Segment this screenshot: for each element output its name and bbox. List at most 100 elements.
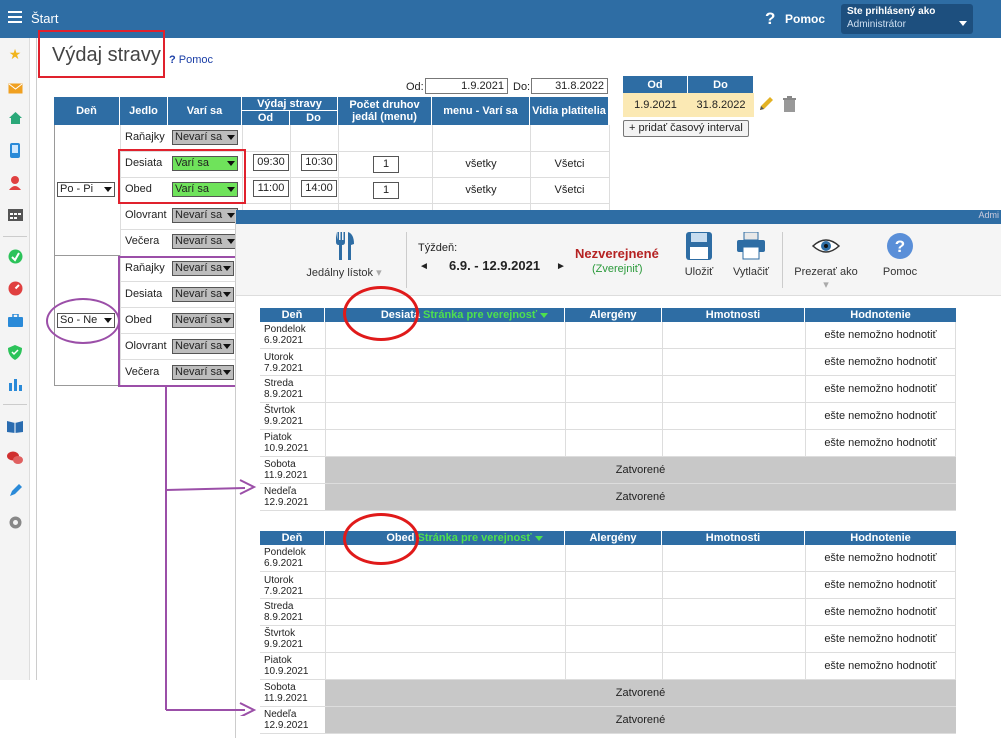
add-interval-button[interactable]: + pridať časový interval (623, 120, 749, 137)
annotation-box (118, 256, 237, 387)
user-menu[interactable]: Ste prihlásený ako Administrátor (841, 4, 973, 34)
chat-icon[interactable] (7, 450, 23, 466)
cell-border (565, 403, 566, 429)
chevron-down-icon (104, 187, 112, 192)
day-group-select-weekend[interactable]: So - Ne (57, 313, 115, 328)
help-link[interactable]: Pomoc (785, 12, 825, 26)
time-from-input[interactable]: 11:00 (253, 180, 289, 197)
cell-border (325, 322, 326, 348)
day-name: Streda (264, 601, 294, 612)
table-row: Sobota 11.9.2021 Zatvorené (260, 457, 956, 484)
chevron-down-icon (227, 239, 235, 244)
annotation-circle (343, 286, 419, 341)
do-input[interactable]: 31.8.2022 (531, 78, 608, 94)
annotation-arrows (165, 386, 257, 716)
rating-status: ešte nemožno hodnotiť (824, 606, 937, 618)
header-jedlo: Jedlo (120, 97, 168, 125)
book-icon[interactable] (7, 418, 23, 434)
cell-border (325, 376, 326, 402)
prev-week-icon[interactable]: ◄ (419, 261, 429, 272)
help-button[interactable]: ? Pomoc (880, 232, 920, 278)
trash-icon[interactable] (782, 96, 797, 115)
chevron-down-icon: ▾ (376, 267, 382, 279)
row-divider (120, 229, 235, 230)
phone-icon[interactable] (7, 142, 23, 158)
header-den: Deň (54, 97, 120, 125)
cell-border (662, 653, 663, 679)
day-name: Piatok (264, 432, 292, 443)
cell-border (565, 376, 566, 402)
day-date: 10.9.2021 (264, 443, 309, 454)
user-icon[interactable] (7, 174, 23, 190)
chevron-down-icon (534, 535, 543, 541)
table-row: Štvrtok 9.9.2021 ešte nemožno hodnotiť (260, 626, 956, 653)
table-row: Piatok 10.9.2021 ešte nemožno hodnotiť (260, 430, 956, 457)
publish-link[interactable]: (Zverejniť) (592, 263, 643, 275)
cell-border (565, 349, 566, 375)
cell-border (565, 599, 566, 625)
rating-status: ešte nemožno hodnotiť (824, 633, 937, 645)
rating-status: ešte nemožno hodnotiť (824, 579, 937, 591)
bar-chart-icon[interactable] (7, 376, 23, 392)
public-page-link[interactable]: Stránka pre verejnosť (423, 309, 549, 321)
cell-border (325, 599, 326, 625)
start-link[interactable]: Štart (31, 11, 58, 26)
day-date: 10.9.2021 (264, 666, 309, 677)
grid-header-den: Deň (260, 531, 325, 545)
star-icon[interactable]: ★ (7, 46, 23, 62)
hamburger-menu-icon[interactable] (8, 11, 22, 23)
public-page-link[interactable]: Stránka pre verejnosť (418, 532, 543, 544)
grid-header-allergens: Alergény (565, 308, 662, 322)
status-select[interactable]: Nevarí sa (172, 130, 238, 145)
view-as-button[interactable]: Prezerať ako ▾ (790, 232, 862, 291)
print-button[interactable]: Vytlačiť (728, 231, 774, 278)
od-input[interactable]: 1.9.2021 (425, 78, 508, 94)
gear-icon[interactable] (7, 514, 23, 530)
status-select[interactable]: Nevarí sa (172, 234, 238, 249)
day-name: Sobota (264, 682, 296, 693)
week-range: 6.9. - 12.9.2021 (449, 258, 541, 273)
day-date: 9.9.2021 (264, 416, 303, 427)
help-icon[interactable]: ? (765, 9, 775, 29)
cell-border (325, 653, 326, 679)
cell-border (662, 572, 663, 598)
briefcase-icon[interactable] (7, 312, 23, 328)
printer-icon (728, 231, 774, 263)
menu-dropdown-button[interactable]: Jedálny lístok ▾ (294, 232, 394, 279)
day-name: Štvrtok (264, 628, 296, 639)
menu-count-input[interactable]: 1 (373, 156, 399, 173)
page-help-link[interactable]: ? Pomoc (169, 54, 213, 66)
user-line1: Ste prihlásený ako (847, 6, 936, 17)
table-border (290, 125, 291, 210)
home-icon[interactable] (7, 110, 23, 126)
cell-border (325, 626, 326, 652)
time-to-input[interactable]: 14:00 (301, 180, 337, 197)
shield-icon[interactable] (7, 344, 23, 360)
day-date: 11.9.2021 (264, 693, 308, 704)
day-group-select-weekday[interactable]: Po - Pi (57, 182, 115, 197)
day-name: Piatok (264, 655, 292, 666)
status-select[interactable]: Nevarí sa (172, 208, 238, 223)
sidebar-divider (3, 236, 27, 237)
pencil-icon[interactable] (758, 96, 774, 115)
header-vari: Varí sa (168, 97, 242, 125)
mail-icon[interactable] (7, 80, 23, 96)
save-button[interactable]: Uložiť (677, 232, 721, 278)
calendar-icon[interactable] (7, 206, 23, 222)
check-icon[interactable] (7, 248, 23, 264)
day-date: 12.9.2021 (264, 497, 309, 508)
publish-status: Nezverejnené (575, 246, 659, 261)
chevron-down-icon (227, 213, 235, 218)
day-date: 9.9.2021 (264, 639, 303, 650)
day-date: 8.9.2021 (264, 612, 303, 623)
edit-icon[interactable] (7, 482, 23, 498)
time-to-input[interactable]: 10:30 (301, 154, 337, 171)
day-date: 8.9.2021 (264, 389, 303, 400)
cell-border (662, 403, 663, 429)
menu-count-input[interactable]: 1 (373, 182, 399, 199)
next-week-icon[interactable]: ► (556, 261, 566, 272)
floppy-icon (677, 232, 721, 263)
public-page-label: Stránka pre verejnosť (423, 309, 538, 321)
time-from-input[interactable]: 09:30 (253, 154, 289, 171)
gauge-icon[interactable] (7, 280, 23, 296)
